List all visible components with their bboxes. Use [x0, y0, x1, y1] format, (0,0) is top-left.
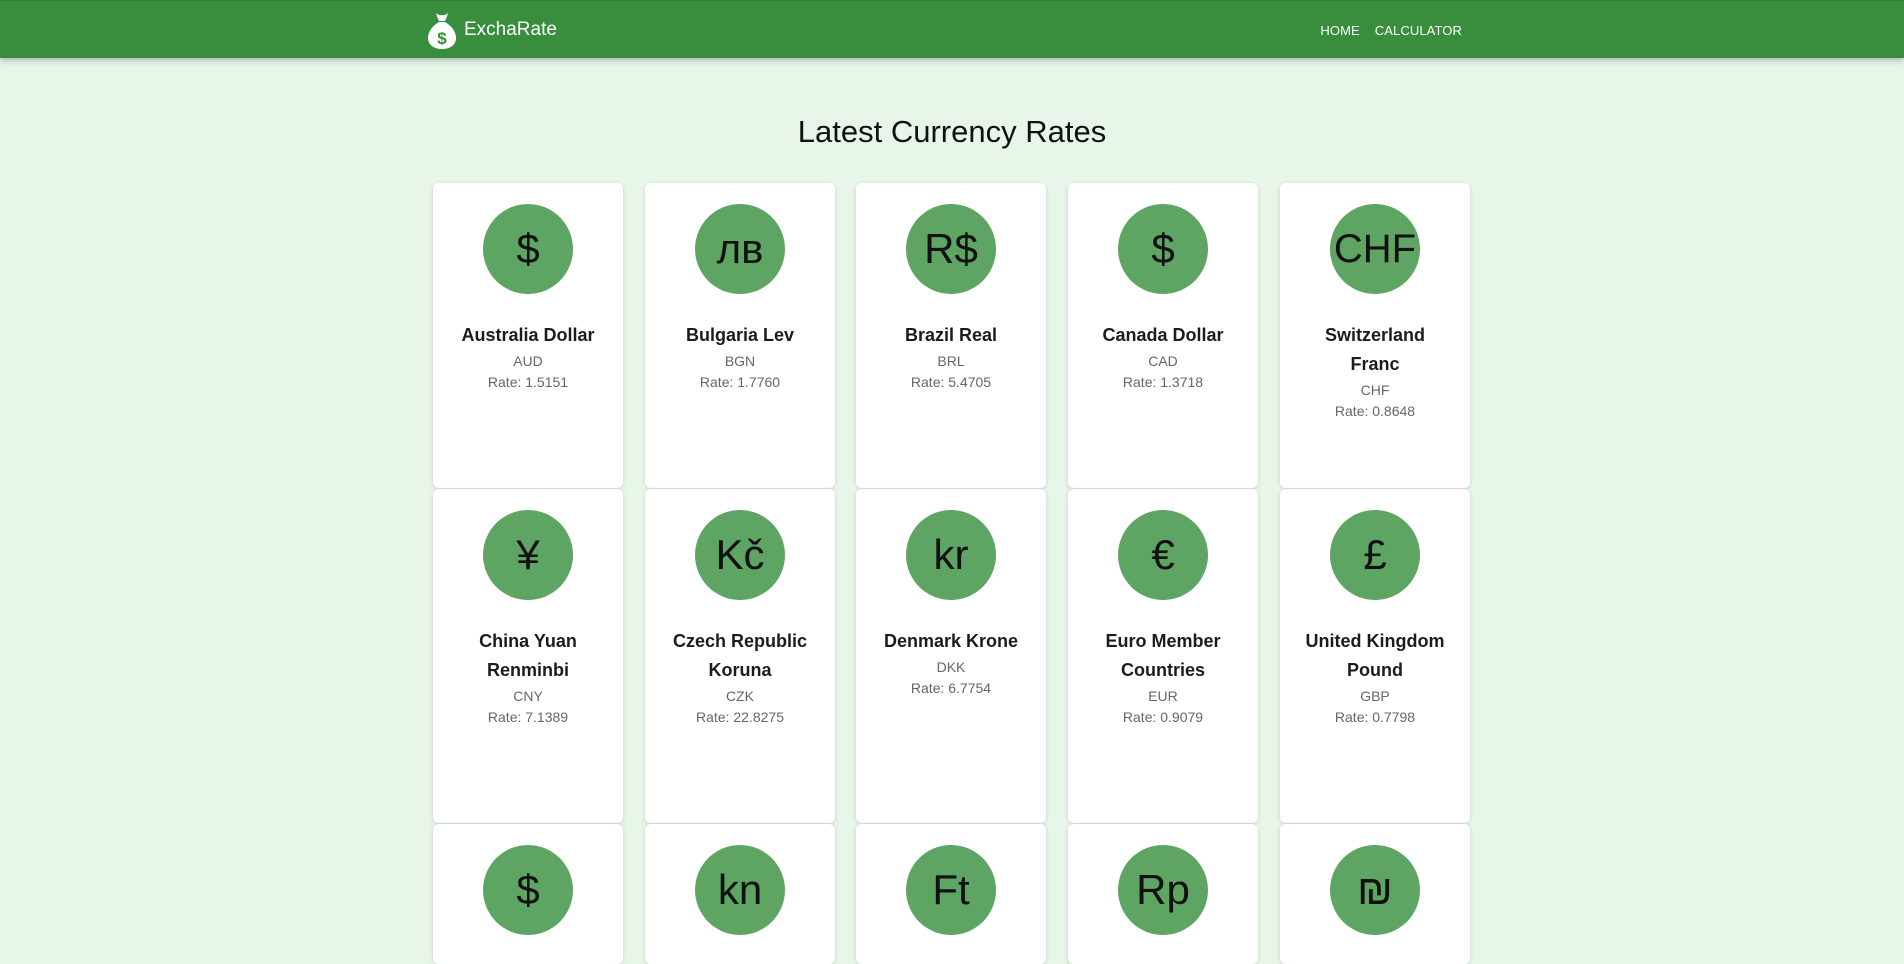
currency-symbol: Kč — [695, 510, 785, 600]
currency-symbol: $ — [483, 204, 573, 294]
currency-symbol: Ft — [906, 845, 996, 935]
currency-rate: Rate: 1.7760 — [699, 374, 781, 390]
currency-card[interactable]: kn — [645, 824, 835, 964]
currency-name: Brazil Real — [904, 325, 998, 345]
nav-calculator-link[interactable]: CALCULATOR — [1375, 23, 1462, 38]
brand-link[interactable]: $ ExchaRate — [426, 10, 557, 50]
currency-name: Czech Republic Koruna — [672, 631, 808, 680]
svg-text:$: $ — [437, 29, 447, 48]
currency-name: China Yuan Renminbi — [479, 631, 577, 680]
currency-name: Canada Dollar — [1102, 325, 1224, 345]
nav-home-link[interactable]: HOME — [1320, 23, 1359, 38]
currency-rate: Rate: 0.8648 — [1334, 403, 1416, 419]
currency-symbol: ¥ — [483, 510, 573, 600]
currency-symbol: £ — [1330, 510, 1420, 600]
top-navbar: $ ExchaRate HOME CALCULATOR — [0, 0, 1904, 58]
currency-name: Switzerland Franc — [1324, 325, 1426, 374]
currency-card[interactable]: £ United Kingdom Pound GBP Rate: 0.7798 — [1280, 489, 1470, 823]
currency-card[interactable]: R$ Brazil Real BRL Rate: 5.4705 — [856, 183, 1046, 488]
currency-rate: Rate: 1.5151 — [487, 374, 569, 390]
currency-symbol: kn — [695, 845, 785, 935]
currency-code: AUD — [513, 353, 543, 369]
currency-symbol: R$ — [906, 204, 996, 294]
currency-symbol: ₪ — [1330, 845, 1420, 935]
currency-name: Euro Member Countries — [1105, 631, 1221, 680]
currency-card[interactable]: $ Canada Dollar CAD Rate: 1.3718 — [1068, 183, 1258, 488]
currency-card[interactable]: лв Bulgaria Lev BGN Rate: 1.7760 — [645, 183, 835, 488]
currency-symbol: лв — [695, 204, 785, 294]
currency-card[interactable]: € Euro Member Countries EUR Rate: 0.9079 — [1068, 489, 1258, 823]
money-bag-icon: $ — [426, 10, 458, 50]
currency-code: CZK — [726, 688, 754, 704]
currency-card[interactable]: kr Denmark Krone DKK Rate: 6.7754 — [856, 489, 1046, 823]
currency-symbol: € — [1118, 510, 1208, 600]
currency-card[interactable]: ¥ China Yuan Renminbi CNY Rate: 7.1389 — [433, 489, 623, 823]
currency-rate: Rate: 22.8275 — [696, 709, 784, 725]
currency-rate: Rate: 5.4705 — [910, 374, 992, 390]
currency-code: GBP — [1360, 688, 1390, 704]
page-title: Latest Currency Rates — [797, 114, 1107, 149]
currency-code: EUR — [1148, 688, 1178, 704]
currency-card[interactable]: Kč Czech Republic Koruna CZK Rate: 22.82… — [645, 489, 835, 823]
currency-card[interactable]: CHF Switzerland Franc CHF Rate: 0.8648 — [1280, 183, 1470, 488]
currency-symbol: kr — [906, 510, 996, 600]
currency-symbol: $ — [1118, 204, 1208, 294]
currency-rate: Rate: 0.7798 — [1334, 709, 1416, 725]
navbar-container: $ ExchaRate HOME CALCULATOR — [426, 1, 1466, 59]
currency-card[interactable]: ₪ — [1280, 824, 1470, 964]
currency-symbol: CHF — [1330, 204, 1420, 294]
currency-code: BRL — [937, 353, 965, 369]
currency-rate: Rate: 0.9079 — [1122, 709, 1204, 725]
currency-code: DKK — [936, 659, 966, 675]
currency-rate: Rate: 7.1389 — [487, 709, 569, 725]
currency-card[interactable]: Ft — [856, 824, 1046, 964]
currency-name: Denmark Krone — [883, 631, 1019, 651]
nav-links: HOME CALCULATOR — [1305, 1, 1462, 59]
currency-rate: Rate: 6.7754 — [910, 680, 992, 696]
currency-name: Australia Dollar — [461, 325, 595, 345]
currency-rate: Rate: 1.3718 — [1122, 374, 1204, 390]
currency-card[interactable]: $ — [433, 824, 623, 964]
brand-name: ExchaRate — [464, 19, 557, 40]
currency-card[interactable]: $ Australia Dollar AUD Rate: 1.5151 — [433, 183, 623, 488]
currency-code: CAD — [1148, 353, 1178, 369]
currency-card[interactable]: Rp — [1068, 824, 1258, 964]
currency-symbol: $ — [483, 845, 573, 935]
currency-name: Bulgaria Lev — [685, 325, 795, 345]
currency-code: CHF — [1360, 382, 1390, 398]
currency-name: United Kingdom Pound — [1305, 631, 1445, 680]
currency-code: CNY — [513, 688, 543, 704]
currency-code: BGN — [724, 353, 756, 369]
currency-symbol: Rp — [1118, 845, 1208, 935]
